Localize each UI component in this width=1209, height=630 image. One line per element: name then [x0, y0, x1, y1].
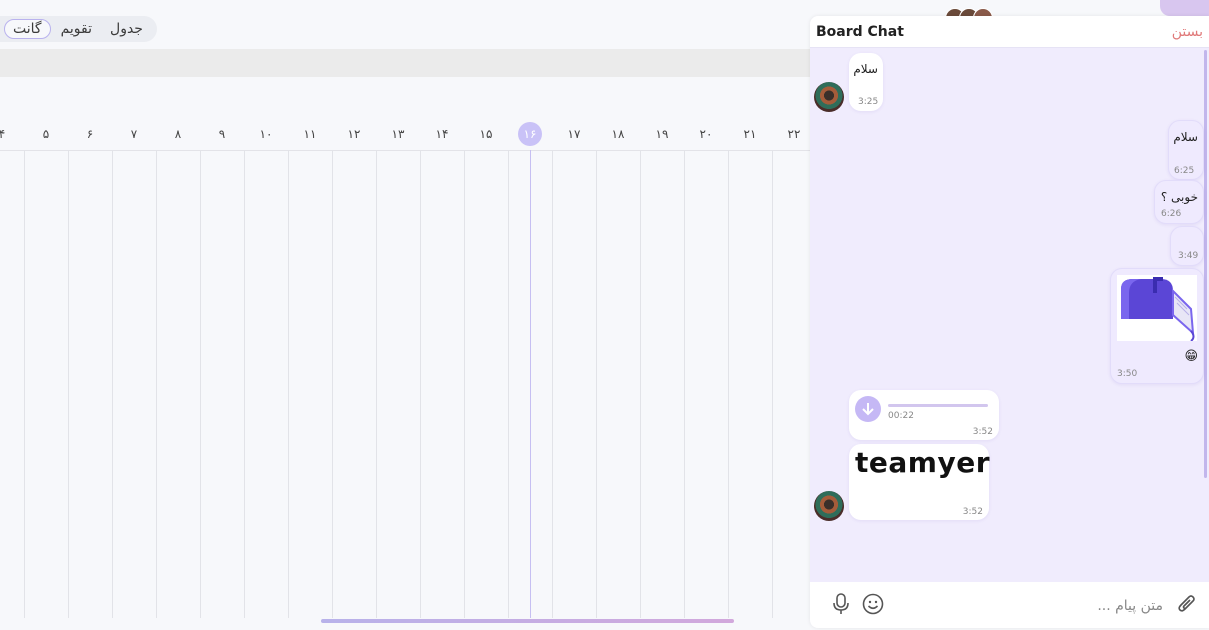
message-input-bar [810, 582, 1209, 628]
grid-line [684, 150, 685, 618]
chat-header: Board Chat بستن [810, 16, 1209, 48]
message-time: 3:50 [1117, 369, 1138, 379]
message-time: 6:25 [1174, 166, 1195, 176]
message-bubble-audio: 00:22 3:52 [849, 390, 999, 440]
sender-avatar[interactable] [814, 82, 844, 112]
timeline-day: ۱۷ [567, 127, 581, 141]
grid-line [112, 150, 113, 618]
grin-emoji-icon: 😁 [1184, 349, 1198, 364]
message-bubble-out: سلام 6:25 [1168, 120, 1204, 180]
timeline-day: ۱۰ [259, 127, 273, 141]
grid-line [24, 150, 25, 618]
sender-avatar[interactable] [814, 491, 844, 521]
timeline-day: ۱۱ [303, 127, 317, 141]
download-audio-button[interactable] [855, 396, 881, 422]
timeline-day: ۱۹ [655, 127, 669, 141]
microphone-icon[interactable] [832, 593, 850, 620]
grid-line [420, 150, 421, 618]
timeline-day: ۶ [86, 127, 94, 141]
message-time: 6:26 [1161, 209, 1182, 219]
timeline-day: ۸ [174, 127, 182, 141]
timeline-day: ۱۵ [479, 127, 493, 141]
grid-line [728, 150, 729, 618]
grid-line [552, 150, 553, 618]
grid-line [772, 150, 773, 618]
timeline-day: ۲۱ [743, 127, 757, 141]
gantt-timeline-header: ۴ ۵ ۶ ۷ ۸ ۹ ۱۰ ۱۱ ۱۲ ۱۳ ۱۴ ۱۵ ۱۶ ۱۷ ۱۸ ۱… [0, 118, 812, 151]
grid-line [200, 150, 201, 618]
gantt-toolbar-strip [0, 49, 812, 77]
message-text: سلام [853, 62, 878, 76]
view-option-calendar[interactable]: تقویم [53, 19, 100, 39]
timeline-day: ۲۰ [699, 127, 713, 141]
message-time: 3:25 [858, 97, 879, 107]
timeline-day: ۵ [42, 127, 50, 141]
grid-line [376, 150, 377, 618]
message-bubble-out: 3:49 [1170, 226, 1204, 266]
grid-line [332, 150, 333, 618]
close-button[interactable]: بستن [1172, 24, 1203, 40]
timeline-day: ۴ [0, 127, 6, 141]
timeline-day: ۱۲ [347, 127, 361, 141]
view-option-gantt[interactable]: گانت [4, 19, 51, 39]
audio-progress-track[interactable] [888, 404, 988, 407]
message-input[interactable] [961, 594, 1165, 618]
timeline-day: ۷ [130, 127, 138, 141]
message-time: 3:52 [962, 507, 983, 517]
message-bubble-out: خوبی ؟ 6:26 [1154, 180, 1204, 224]
message-bubble-in: سلام 3:25 [849, 53, 883, 111]
teamyer-logo: teamyer [855, 446, 990, 479]
grid-line [640, 150, 641, 618]
timeline-day: ۱۳ [391, 127, 405, 141]
message-bubble-image[interactable]: 😁 3:50 [1110, 268, 1204, 384]
audio-duration: 00:22 [888, 411, 914, 421]
message-bubble-image[interactable]: teamyer 3:52 [849, 444, 990, 520]
message-text: خوبی ؟ [1160, 190, 1198, 204]
message-text: سلام [1173, 130, 1198, 144]
grid-line [596, 150, 597, 618]
chat-scrollbar[interactable] [1204, 50, 1207, 478]
grid-line [288, 150, 289, 618]
paperclip-icon[interactable] [1177, 593, 1197, 620]
mailbox-image[interactable] [1117, 275, 1197, 342]
timeline-day: ۹ [218, 127, 226, 141]
grid-line [68, 150, 69, 618]
horizontal-scrollbar[interactable] [321, 619, 734, 623]
board-chat-panel: Board Chat بستن سلام 3:25 سلام 6:25 خوبی… [810, 16, 1209, 628]
today-line [530, 150, 531, 618]
timeline-day: ۲۲ [787, 127, 801, 141]
view-option-table[interactable]: جدول [102, 19, 151, 39]
timeline-day-today: ۱۶ [518, 122, 542, 146]
board-header-peek [925, 0, 1165, 16]
grid-line [156, 150, 157, 618]
chat-title: Board Chat [816, 24, 904, 40]
message-time: 3:49 [1178, 251, 1199, 261]
right-edge-accent [1160, 0, 1209, 16]
member-avatar[interactable] [973, 8, 993, 16]
view-switcher: گانت تقویم جدول [0, 16, 157, 42]
timeline-day: ۱۸ [611, 127, 625, 141]
grid-line [464, 150, 465, 618]
grid-line [244, 150, 245, 618]
timeline-day: ۱۴ [435, 127, 449, 141]
message-time: 3:52 [972, 427, 993, 437]
grid-line [508, 150, 509, 618]
smile-icon[interactable] [862, 593, 884, 620]
